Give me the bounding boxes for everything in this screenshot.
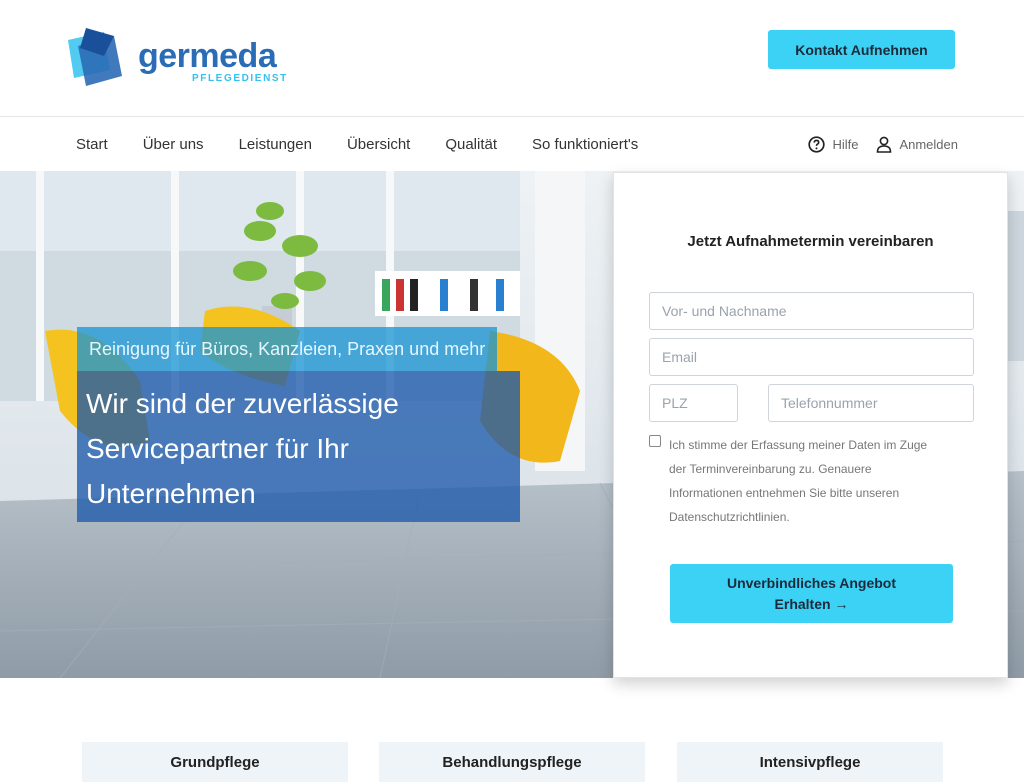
- hero-tagline: Reinigung für Büros, Kanzleien, Praxen u…: [77, 327, 498, 371]
- hero-headline-line: Unternehmen: [86, 478, 256, 509]
- consent-line: Informationen entnehmen Sie bitte unsere…: [669, 486, 900, 500]
- hero-headline-line: Wir sind der zuverlässige: [86, 388, 399, 419]
- get-offer-button[interactable]: Unverbindliches Angebot Erhalten →: [670, 564, 953, 623]
- consent-text: Ich stimme der Erfassung meiner Daten im…: [669, 433, 959, 529]
- get-offer-line: Unverbindliches Angebot: [726, 574, 897, 591]
- logo-name: germeda: [138, 37, 277, 75]
- appointment-form-card: Jetzt Aufnahmetermin vereinbaren Ich sti…: [613, 172, 1008, 678]
- help-label: Hilfe: [832, 137, 859, 152]
- service-card-intensivpflege[interactable]: Intensivpflege: [677, 742, 943, 782]
- service-card-grundpflege[interactable]: Grundpflege: [82, 742, 348, 782]
- logo-mark-icon: [68, 28, 122, 86]
- main-nav: Start Über uns Leistungen Übersicht Qual…: [0, 118, 1024, 171]
- question-circle-icon: [808, 136, 826, 153]
- plz-field[interactable]: [649, 384, 738, 422]
- nav-item-leistungen[interactable]: Leistungen: [239, 136, 312, 153]
- logo[interactable]: germeda PFLEGEDIENST: [64, 26, 294, 90]
- contact-button[interactable]: Kontakt Aufnehmen: [768, 30, 955, 69]
- consent-checkbox[interactable]: [649, 435, 661, 447]
- nav-items: Start Über uns Leistungen Übersicht Qual…: [76, 118, 673, 171]
- user-icon: [877, 136, 892, 153]
- nav-item-uebersicht[interactable]: Übersicht: [347, 136, 410, 153]
- consent-line: Datenschutzrichtlinien.: [669, 510, 790, 524]
- nav-utilities: Hilfe Anmelden: [790, 118, 958, 171]
- site-header: germeda PFLEGEDIENST Kontakt Aufnehmen: [0, 0, 1024, 117]
- nav-item-so-funktionierts[interactable]: So funktioniert's: [532, 136, 638, 153]
- consent-line: der Terminvereinbarung zu. Genauere: [669, 462, 872, 476]
- nav-item-qualitaet[interactable]: Qualität: [445, 136, 497, 153]
- nav-item-start[interactable]: Start: [76, 136, 108, 153]
- email-field[interactable]: [649, 338, 974, 376]
- login-label: Anmelden: [899, 137, 958, 152]
- form-title: Jetzt Aufnahmetermin vereinbaren: [687, 233, 934, 250]
- hero-headline: Wir sind der zuverlässige Servicepartner…: [77, 371, 520, 522]
- get-offer-line: Erhalten →: [774, 595, 849, 612]
- phone-field[interactable]: [768, 384, 974, 422]
- consent-line: Ich stimme der Erfassung meiner Daten im…: [669, 438, 928, 452]
- logo-subtitle: PFLEGEDIENST: [192, 73, 288, 84]
- service-card-behandlungspflege[interactable]: Behandlungspflege: [379, 742, 645, 782]
- name-field[interactable]: [649, 292, 974, 330]
- nav-item-ueber-uns[interactable]: Über uns: [143, 136, 204, 153]
- help-link[interactable]: Hilfe: [808, 136, 858, 153]
- login-link[interactable]: Anmelden: [876, 136, 958, 153]
- hero-headline-line: Servicepartner für Ihr: [86, 433, 349, 464]
